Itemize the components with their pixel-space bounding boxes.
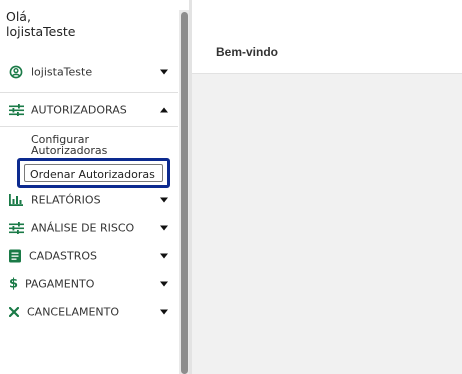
- sliders-icon: [9, 104, 24, 116]
- sidebar-scrollbar-thumb[interactable]: [181, 12, 188, 374]
- chevron-down-icon[interactable]: [160, 309, 168, 315]
- close-icon: [9, 307, 19, 317]
- menu-pagamento[interactable]: $ PAGAMENTO: [0, 273, 178, 295]
- sliders-icon: [9, 222, 24, 234]
- bar-chart-icon: [9, 194, 23, 206]
- submenu-ordenar-autorizadoras[interactable]: Ordenar Autorizadoras: [17, 158, 170, 188]
- menu-analise-risco[interactable]: ANÁLISE DE RISCO: [0, 217, 178, 239]
- user-menu-label: lojistaTeste: [31, 65, 93, 79]
- user-circle-icon: [9, 65, 23, 79]
- chevron-down-icon[interactable]: [160, 197, 168, 203]
- submenu-configurar-line-2: Autorizadoras: [31, 144, 108, 157]
- menu-relatorios[interactable]: RELATÓRIOS: [0, 189, 178, 211]
- menu-cadastros[interactable]: CADASTROS: [0, 245, 178, 267]
- sidebar: Olá, lojistaTeste lojistaTeste AUTORIZAD…: [0, 0, 180, 374]
- greeting-username: lojistaTeste: [6, 24, 76, 39]
- chevron-down-icon[interactable]: [160, 281, 168, 287]
- menu-relatorios-label: RELATÓRIOS: [31, 193, 101, 207]
- page-title: Bem-vindo: [216, 45, 279, 59]
- menu-cancelamento[interactable]: CANCELAMENTO: [0, 301, 178, 323]
- submenu-ordenar-label: Ordenar Autorizadoras: [30, 168, 155, 181]
- chevron-down-icon[interactable]: [160, 253, 168, 259]
- main-content: Bem-vindo: [192, 0, 462, 374]
- menu-pagamento-label: PAGAMENTO: [25, 277, 95, 291]
- submenu-configurar-autorizadoras[interactable]: Configurar Autorizadoras: [31, 134, 107, 156]
- menu-cadastros-label: CADASTROS: [29, 249, 97, 263]
- menu-analise-risco-label: ANÁLISE DE RISCO: [31, 221, 135, 235]
- menu-autorizadoras-label: AUTORIZADORAS: [31, 103, 127, 117]
- chevron-down-icon[interactable]: [160, 225, 168, 231]
- divider: [0, 92, 178, 93]
- chevron-up-icon[interactable]: [160, 107, 168, 113]
- divider: [0, 126, 178, 127]
- main-header: Bem-vindo: [192, 0, 462, 74]
- menu-cancelamento-label: CANCELAMENTO: [27, 305, 120, 319]
- dollar-icon: $: [9, 276, 19, 292]
- greeting-line-1: Olá,: [6, 9, 31, 24]
- chevron-down-icon[interactable]: [160, 69, 168, 75]
- document-icon: [9, 249, 21, 263]
- greeting: Olá, lojistaTeste: [6, 9, 75, 39]
- menu-autorizadoras[interactable]: AUTORIZADORAS: [0, 99, 178, 121]
- user-menu[interactable]: lojistaTeste: [0, 61, 178, 83]
